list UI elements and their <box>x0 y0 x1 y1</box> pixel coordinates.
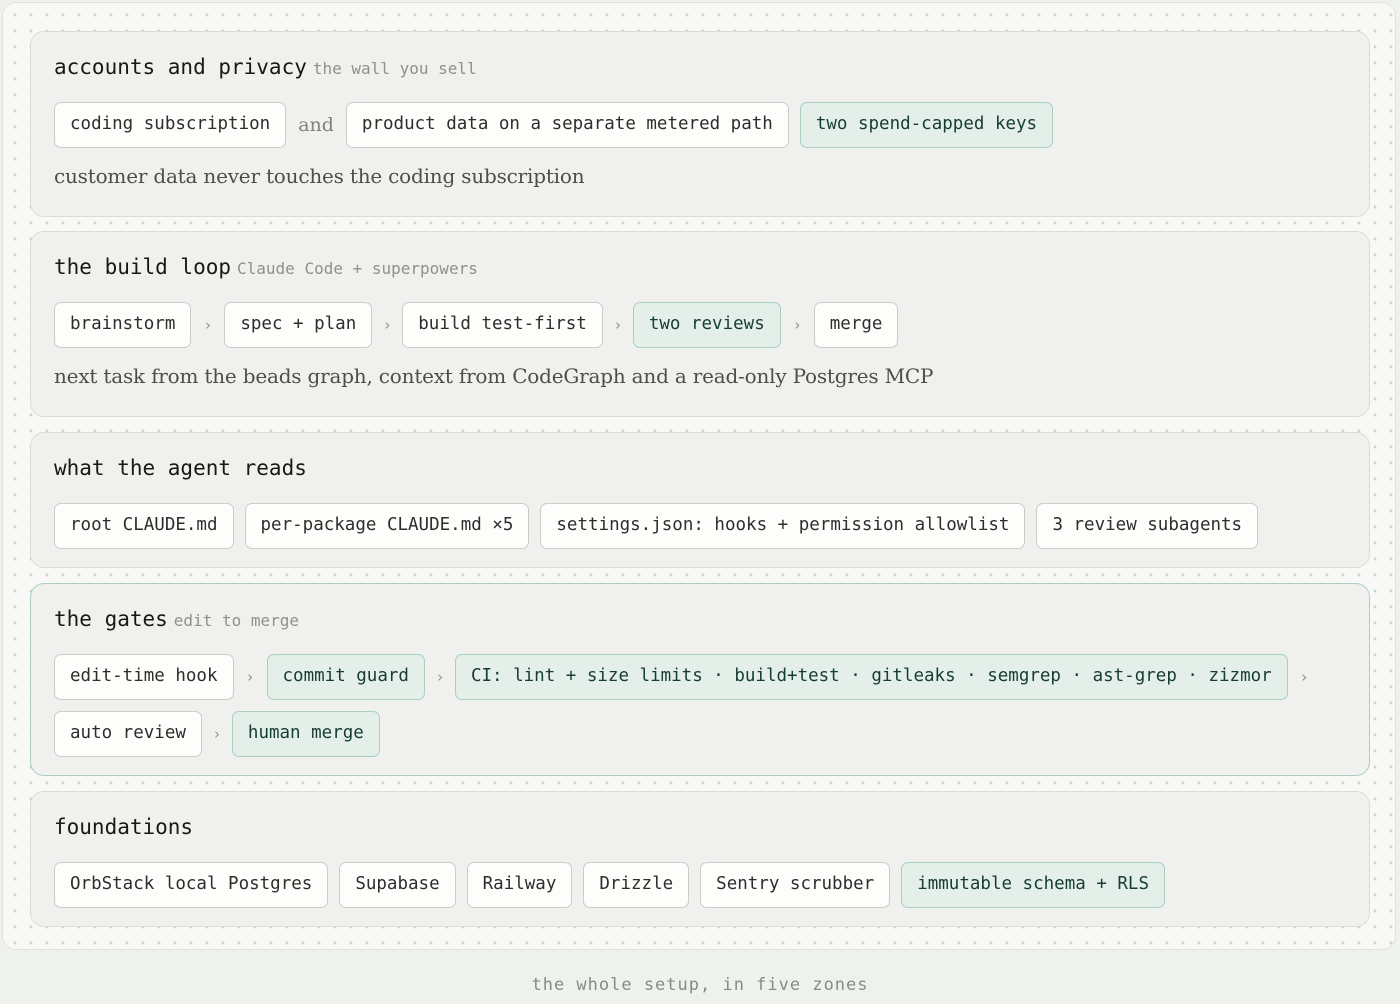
arrow-icon: › <box>613 315 623 334</box>
arrow-icon: › <box>1299 667 1309 686</box>
chip-row: OrbStack local Postgres Supabase Railway… <box>54 861 1369 908</box>
step-brainstorm: brainstorm <box>54 301 192 348</box>
zone-title: foundations <box>54 812 1369 842</box>
step-two-reviews: two reviews <box>632 301 781 348</box>
zone-the-gates: the gates edit to merge edit-time hook › … <box>30 583 1370 776</box>
arrow-icon: › <box>245 667 255 686</box>
zone-title: the build loop Claude Code + superpowers <box>54 252 1369 282</box>
chip-supabase: Supabase <box>339 861 456 908</box>
step-auto-review: auto review <box>54 710 202 757</box>
step-spec-plan: spec + plan <box>224 301 373 348</box>
chip-sentry-scrubber: Sentry scrubber <box>700 861 891 908</box>
chip-row: coding subscription and product data on … <box>54 101 1369 148</box>
arrow-icon: › <box>435 667 445 686</box>
arrow-icon: › <box>382 315 392 334</box>
zone-subtitle: the wall you sell <box>312 59 477 78</box>
zone-note: next task from the beads graph, context … <box>54 364 934 388</box>
zone-accounts-and-privacy: accounts and privacy the wall you sell co… <box>30 31 1370 217</box>
step-row: auto review › human merge <box>54 710 1369 757</box>
zone-title-main: accounts and privacy <box>54 55 307 79</box>
chip-railway: Railway <box>466 861 573 908</box>
chip-root-claude-md: root CLAUDE.md <box>54 502 234 549</box>
chip-review-subagents: 3 review subagents <box>1036 502 1259 549</box>
zone-note: customer data never touches the coding s… <box>54 164 585 188</box>
chip-orbstack-postgres: OrbStack local Postgres <box>54 861 329 908</box>
step-edit-time-hook: edit-time hook <box>54 653 234 700</box>
step-commit-guard: commit guard <box>266 653 425 700</box>
zone-foundations: foundations OrbStack local Postgres Supa… <box>30 791 1370 927</box>
chip-immutable-schema-rls: immutable schema + RLS <box>901 861 1165 908</box>
chip-per-package-claude-md: per-package CLAUDE.md ×5 <box>244 502 530 549</box>
step-build-test-first: build test-first <box>402 301 603 348</box>
chip-row: root CLAUDE.md per-package CLAUDE.md ×5 … <box>54 502 1369 549</box>
zone-what-the-agent-reads: what the agent reads root CLAUDE.md per-… <box>30 432 1370 568</box>
zone-subtitle: edit to merge <box>173 611 300 630</box>
step-row: brainstorm › spec + plan › build test-fi… <box>54 301 1369 348</box>
zone-subtitle: Claude Code + superpowers <box>237 259 478 278</box>
chip-drizzle: Drizzle <box>583 861 690 908</box>
zone-title-main: foundations <box>54 815 194 839</box>
arrow-icon: › <box>203 315 213 334</box>
zone-title-main: the gates <box>54 607 168 631</box>
zone-title-main: the build loop <box>54 255 232 279</box>
zone-title-main: what the agent reads <box>54 456 307 480</box>
zone-title: the gates edit to merge <box>54 604 1369 634</box>
arrow-icon: › <box>792 315 802 334</box>
step-row: edit-time hook › commit guard › CI: lint… <box>54 653 1369 700</box>
chip-settings-json: settings.json: hooks + permission allowl… <box>540 502 1026 549</box>
step-human-merge: human merge <box>231 710 380 757</box>
zone-title: what the agent reads <box>54 453 1369 483</box>
zone-build-loop: the build loop Claude Code + superpowers … <box>30 231 1370 417</box>
joiner-and: and <box>298 113 334 136</box>
zone-title: accounts and privacy the wall you sell <box>54 52 1369 82</box>
step-merge: merge <box>813 301 899 348</box>
step-ci-checks: CI: lint + size limits · build+test · gi… <box>454 653 1288 700</box>
arrow-icon: › <box>212 724 222 743</box>
chip-spend-capped-keys: two spend-capped keys <box>799 101 1054 148</box>
chip-coding-subscription: coding subscription <box>54 101 287 148</box>
figure-caption: the whole setup, in five zones <box>531 975 869 995</box>
chip-product-data-path: product data on a separate metered path <box>345 101 789 148</box>
